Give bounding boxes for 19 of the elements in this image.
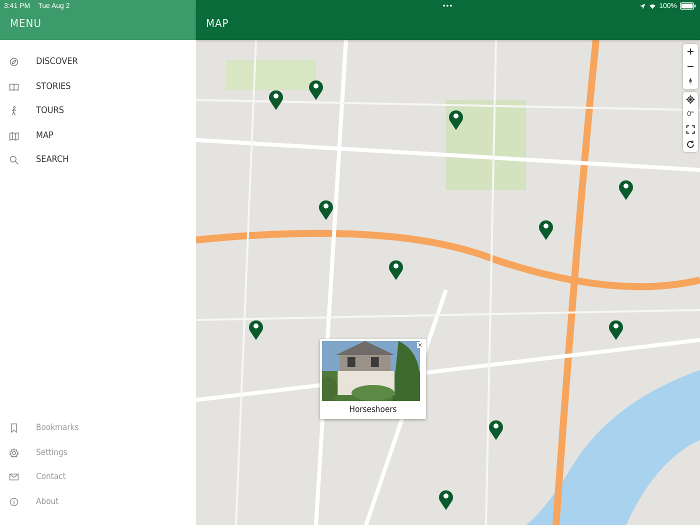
walker-icon <box>9 106 19 116</box>
location-arrow-icon <box>639 2 646 10</box>
menu-item[interactable]: MAP <box>0 124 196 148</box>
gear-icon <box>9 448 19 458</box>
info-icon <box>9 496 19 507</box>
search-icon <box>9 155 19 166</box>
menu-item[interactable]: TOURS <box>0 99 196 124</box>
bookmark-icon <box>9 423 19 434</box>
menu-title: MENU <box>9 16 42 30</box>
map-icon <box>9 130 19 141</box>
mail-icon <box>9 472 19 482</box>
menu-item[interactable]: STORIES <box>0 74 196 99</box>
compass-icon <box>9 57 19 68</box>
book-icon <box>9 82 19 92</box>
menu-item[interactable]: SEARCH <box>0 148 196 172</box>
menu-item[interactable]: DISCOVER <box>0 50 196 74</box>
battery-icon <box>680 2 696 10</box>
wifi-icon <box>649 2 656 10</box>
map-title: MAP <box>205 16 230 30</box>
